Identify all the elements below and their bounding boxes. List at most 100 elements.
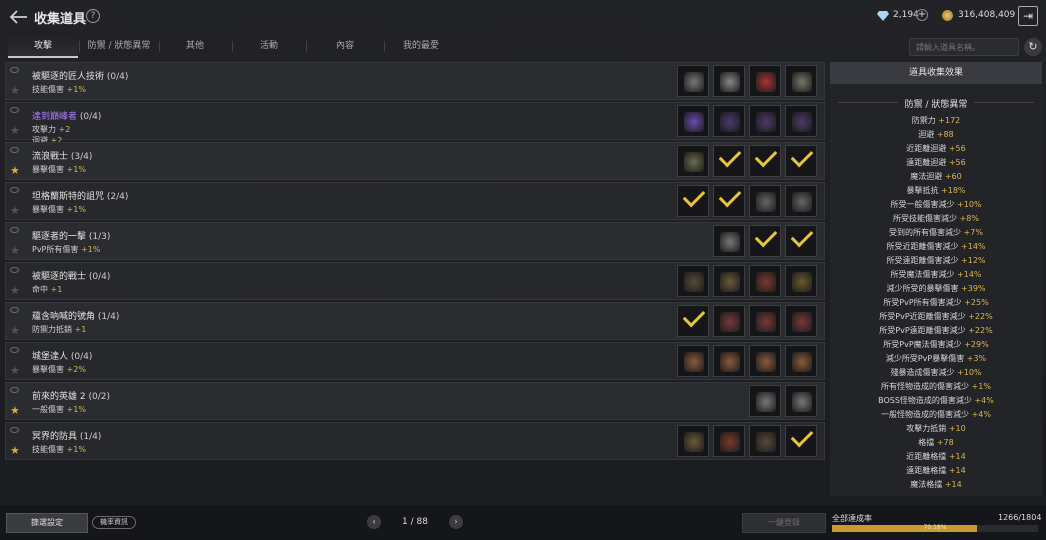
view-icon[interactable]: [10, 187, 19, 193]
collection-name: 達到巔峰者 (0/4): [32, 112, 102, 122]
tab-other[interactable]: 其他: [160, 36, 230, 58]
registered-check-slot[interactable]: [749, 144, 781, 177]
favorite-star-icon[interactable]: ★: [10, 84, 20, 97]
item-slot[interactable]: [713, 65, 745, 97]
registered-check-slot[interactable]: [785, 424, 817, 457]
view-icon[interactable]: [10, 67, 19, 73]
register-all-button[interactable]: 一鍵登錄: [742, 513, 826, 533]
favorite-star-icon[interactable]: ★: [10, 444, 20, 457]
prev-page-button[interactable]: ‹: [367, 515, 381, 529]
item-slot[interactable]: [713, 425, 745, 457]
registered-check-slot[interactable]: [677, 184, 709, 217]
item-slot[interactable]: [785, 185, 817, 217]
item-slot[interactable]: [713, 345, 745, 377]
effect-line: 暴擊傷害 +1%: [32, 205, 86, 214]
effect-line: 命中 +1: [32, 285, 63, 294]
item-slot[interactable]: [749, 385, 781, 417]
stat-line: 受到的所有傷害減少 +7%: [889, 228, 983, 237]
item-slot[interactable]: [749, 305, 781, 337]
tab-attack[interactable]: 攻擊: [8, 36, 78, 58]
tab-favorites[interactable]: 我的最愛: [386, 36, 456, 58]
view-icon[interactable]: [10, 107, 19, 113]
top-bar: 收集道具 ? 2,194 + 316,408,409 ⇥: [0, 0, 1046, 34]
probability-info-button[interactable]: 機率資訊: [92, 516, 136, 529]
collection-effects: 防禦力抵銷 +1: [32, 324, 86, 335]
registered-check-slot[interactable]: [749, 224, 781, 257]
favorite-star-icon[interactable]: ★: [10, 324, 20, 337]
item-slot[interactable]: [749, 425, 781, 457]
item-slot[interactable]: [713, 105, 745, 137]
tab-defense[interactable]: 防禦 / 狀態異常: [80, 36, 158, 58]
item-slot[interactable]: [785, 65, 817, 97]
item-slot[interactable]: [749, 65, 781, 97]
view-icon[interactable]: [10, 307, 19, 313]
scythe-icon: [684, 152, 704, 172]
search-input[interactable]: [909, 38, 1019, 56]
check-icon: [682, 184, 706, 208]
collection-row[interactable]: ★ 達到巔峰者 (0/4) 攻擊力 +2 迴避 +2: [5, 102, 825, 145]
favorite-star-icon[interactable]: ★: [10, 244, 20, 257]
item-slot[interactable]: [713, 305, 745, 337]
collection-row[interactable]: ★ 被驅逐的匠人技術 (0/4) 技能傷害 +1%: [5, 62, 825, 100]
add-gem-button[interactable]: +: [916, 9, 928, 21]
view-icon[interactable]: [10, 347, 19, 353]
favorite-star-icon[interactable]: ★: [10, 124, 20, 137]
item-slot[interactable]: [785, 265, 817, 297]
view-icon[interactable]: [10, 427, 19, 433]
favorite-star-icon[interactable]: ★: [10, 364, 20, 377]
registered-check-slot[interactable]: [785, 224, 817, 257]
item-slot[interactable]: [749, 345, 781, 377]
registered-check-slot[interactable]: [713, 184, 745, 217]
exit-icon[interactable]: ⇥: [1018, 6, 1038, 26]
view-icon[interactable]: [10, 387, 19, 393]
stat-line: 減少所受的暴擊傷害 +39%: [886, 284, 986, 293]
registered-check-slot[interactable]: [713, 144, 745, 177]
item-slot[interactable]: [677, 425, 709, 457]
registered-check-slot[interactable]: [785, 144, 817, 177]
tab-event[interactable]: 活動: [234, 36, 304, 58]
view-icon[interactable]: [10, 227, 19, 233]
collection-name: 城堡達人 (0/4): [32, 352, 93, 362]
item-slot[interactable]: [785, 345, 817, 377]
item-slot[interactable]: [749, 105, 781, 137]
collection-row[interactable]: ★ 流浪戰士 (3/4) 暴擊傷害 +1%: [5, 142, 825, 180]
refresh-icon[interactable]: ↻: [1024, 38, 1042, 56]
collection-row[interactable]: ★ 驅逐者的一擊 (1/3) PvP所有傷害 +1%: [5, 222, 825, 260]
favorite-star-icon[interactable]: ★: [10, 164, 20, 177]
view-icon[interactable]: [10, 267, 19, 273]
collection-row[interactable]: ★ 坦格蘭斯特的詛咒 (2/4) 暴擊傷害 +1%: [5, 182, 825, 220]
collection-name: 坦格蘭斯特的詛咒 (2/4): [32, 192, 129, 202]
item-slot[interactable]: [677, 105, 709, 137]
filter-settings-button[interactable]: 篩選設定: [6, 513, 88, 533]
item-slot[interactable]: [677, 345, 709, 377]
registered-check-slot[interactable]: [677, 304, 709, 337]
horn-icon: [756, 312, 776, 332]
item-slot[interactable]: [785, 105, 817, 137]
favorite-star-icon[interactable]: ★: [10, 404, 20, 417]
collection-row[interactable]: ★ 蘊含吶喊的號角 (1/4) 防禦力抵銷 +1: [5, 302, 825, 340]
item-slot[interactable]: [749, 265, 781, 297]
item-slot[interactable]: [749, 185, 781, 217]
next-page-button[interactable]: ›: [449, 515, 463, 529]
collection-row[interactable]: ★ 被驅逐的戰士 (0/4) 命中 +1: [5, 262, 825, 300]
stat-line: 所有怪物造成的傷害減少 +1%: [881, 382, 991, 391]
help-icon[interactable]: ?: [86, 9, 100, 23]
horn-icon: [720, 312, 740, 332]
item-slot[interactable]: [785, 305, 817, 337]
favorite-star-icon[interactable]: ★: [10, 204, 20, 217]
tab-content[interactable]: 內容: [308, 36, 382, 58]
item-slot[interactable]: [677, 65, 709, 97]
effect-line: 暴擊傷害 +2%: [32, 365, 86, 374]
item-slot[interactable]: [677, 265, 709, 297]
favorite-star-icon[interactable]: ★: [10, 284, 20, 297]
back-arrow-icon[interactable]: [8, 6, 30, 28]
item-slot[interactable]: [785, 385, 817, 417]
collection-row[interactable]: ★ 冥界的防具 (1/4) 技能傷害 +1%: [5, 422, 825, 460]
item-slot[interactable]: [713, 225, 745, 257]
collection-row[interactable]: ★ 前來的英雄 2 (0/2) 一般傷害 +1%: [5, 382, 825, 420]
item-slot[interactable]: [677, 145, 709, 177]
item-slot[interactable]: [713, 265, 745, 297]
achievement-progress-bar: 70.18%: [832, 524, 1038, 532]
view-icon[interactable]: [10, 147, 19, 153]
collection-row[interactable]: ★ 城堡達人 (0/4) 暴擊傷害 +2%: [5, 342, 825, 380]
